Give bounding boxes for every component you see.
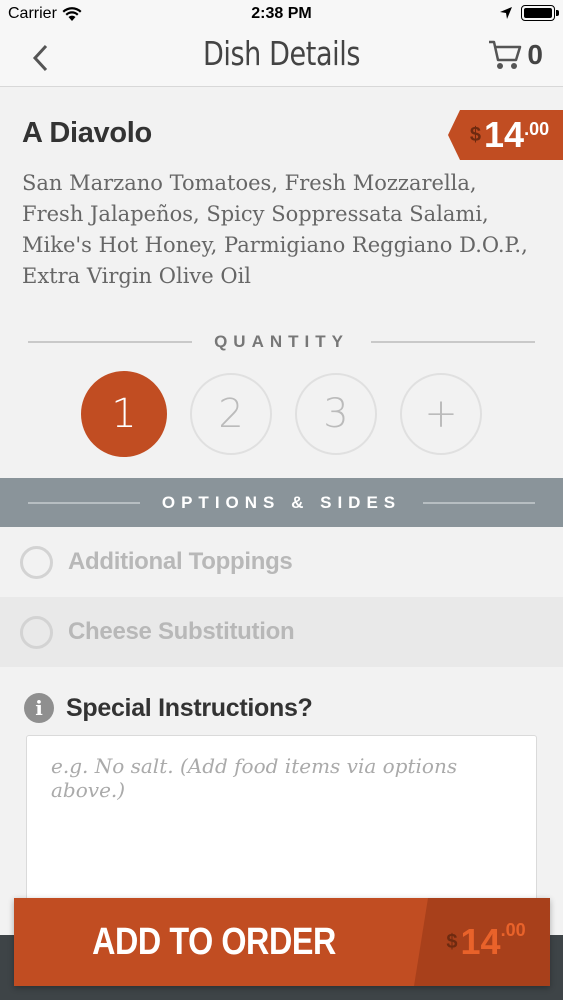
cart-icon [489,40,522,69]
battery-icon [521,5,559,21]
quantity-option-1[interactable]: 1 [81,371,167,457]
location-arrow-icon [500,7,512,19]
cart-count: 0 [527,39,543,70]
divider [28,501,140,504]
info-icon: i [24,693,54,723]
option-cheese-substitution[interactable]: Cheese Substitution [0,597,563,667]
add-to-order-button[interactable]: ADD TO ORDER $ 14 .00 [14,898,550,986]
page-title: Dish Details [202,34,361,73]
options-sides-header: OPTIONS & SIDES [0,478,563,527]
radio-button[interactable] [20,615,53,649]
dish-description: San Marzano Tomatoes, Fresh Mozzarella, … [22,171,528,288]
quantity-more-button[interactable]: + [400,373,482,455]
status-bar: Carrier 2:38 PM [0,0,563,30]
price-currency: $ [469,123,482,146]
cart-button[interactable]: 0 [487,38,543,72]
quantity-selector: 1 2 3 + [81,371,482,457]
price-cents: .00 [500,920,526,940]
option-label: Cheese Substitution [68,618,295,645]
special-instructions-header: i Special Instructions? [24,693,313,723]
price-whole: 14 [484,114,525,155]
dish-name: A Diavolo [22,117,152,149]
option-label: Additional Toppings [68,548,293,575]
radio-button[interactable] [20,545,53,579]
price-cents: .00 [524,119,550,139]
quantity-option-2[interactable]: 2 [190,373,272,455]
add-to-order-label: ADD TO ORDER [92,920,336,963]
chevron-left-icon [32,44,48,72]
option-additional-toppings[interactable]: Additional Toppings [0,527,563,597]
price-whole: 14 [460,921,501,962]
status-time: 2:38 PM [251,5,312,22]
special-instructions-label: Special Instructions? [66,693,313,722]
status-right [499,5,559,21]
divider [370,341,536,343]
quantity-label: QUANTITY [214,332,349,351]
price-tag: $ 14 .00 [448,110,563,160]
price-currency: $ [446,930,458,953]
add-to-order-price: $ 14 .00 [414,898,550,986]
divider [423,501,535,504]
quantity-header: QUANTITY [28,330,536,354]
quantity-option-3[interactable]: 3 [295,373,377,455]
divider [28,341,193,343]
nav-bar: Dish Details 0 [0,30,563,87]
options-sides-label: OPTIONS & SIDES [161,492,402,512]
